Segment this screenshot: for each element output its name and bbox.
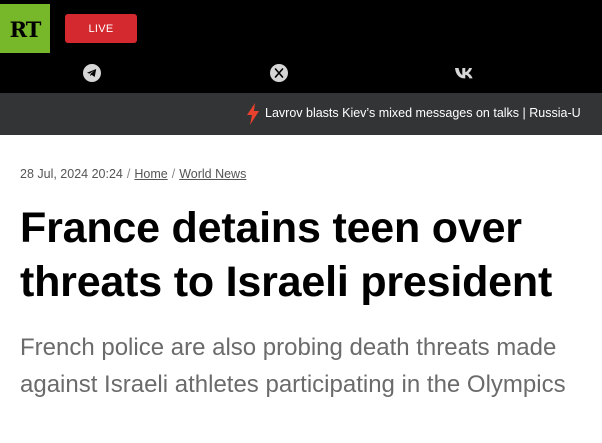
logo-text: RT [9, 16, 42, 42]
ticker-headline[interactable]: Lavrov blasts Kiev’s mixed messages on t… [265, 105, 581, 122]
lightning-icon [247, 103, 259, 125]
x-link[interactable] [270, 64, 288, 82]
breadcrumb-separator: / [171, 167, 176, 181]
rt-logo[interactable]: RT [0, 4, 50, 53]
breadcrumb: 28 Jul, 2024 20:24/Home / World News [20, 166, 246, 182]
article-summary: French police are also probing death thr… [20, 334, 566, 398]
site-header: RT LIVE [0, 0, 602, 93]
x-icon [270, 64, 288, 82]
vk-link[interactable] [454, 64, 476, 82]
telegram-link[interactable] [83, 64, 101, 82]
article-title: France detains teen over threats to Isra… [20, 204, 553, 306]
breadcrumb-separator: / [126, 167, 131, 181]
live-button[interactable]: LIVE [65, 14, 137, 43]
vk-icon [455, 68, 473, 79]
breadcrumb-home-link[interactable]: Home [134, 167, 167, 181]
telegram-icon [83, 64, 101, 82]
breadcrumb-world-news-link[interactable]: World News [179, 167, 246, 181]
article-timestamp: 28 Jul, 2024 20:24 [20, 167, 123, 181]
